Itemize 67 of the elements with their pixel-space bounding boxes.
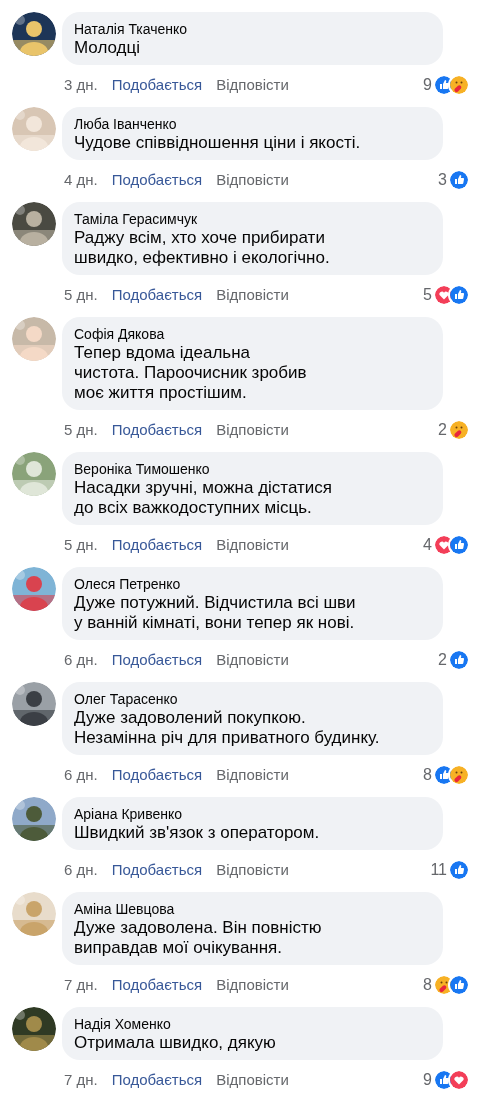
like-link[interactable]: Подобається bbox=[111, 765, 203, 785]
reply-link[interactable]: Відповісти bbox=[216, 285, 289, 305]
timestamp[interactable]: 5 дн. bbox=[64, 285, 98, 305]
commenter-name[interactable]: Аріана Кривенко bbox=[74, 805, 431, 823]
like-link[interactable]: Подобається bbox=[111, 535, 203, 555]
timestamp[interactable]: 7 дн. bbox=[64, 1070, 98, 1090]
reply-link[interactable]: Відповісти bbox=[216, 420, 289, 440]
comment-text: чистота. Пароочисник зробив bbox=[74, 363, 308, 383]
timestamp[interactable]: 6 дн. bbox=[64, 860, 98, 880]
comment-text: до всіх важкодоступних місць. bbox=[74, 498, 313, 518]
comment-text: Дуже задоволена. Він повністю bbox=[74, 918, 323, 938]
commenter-name[interactable]: Надія Хоменко bbox=[74, 1015, 431, 1033]
timestamp[interactable]: 4 дн. bbox=[64, 170, 98, 190]
timestamp[interactable]: 5 дн. bbox=[64, 420, 98, 440]
comment-text: Чудове співвідношення ціни і якості. bbox=[74, 133, 362, 153]
commenter-name[interactable]: Олег Тарасенко bbox=[74, 690, 431, 708]
comment-text: Молодці bbox=[74, 38, 142, 58]
comment-text: виправдав мої очікування. bbox=[74, 938, 284, 958]
comment-text: Раджу всім, хто хоче прибирати bbox=[74, 228, 326, 248]
comment-text: Дуже задоволений покупкою. bbox=[74, 708, 307, 728]
timestamp[interactable]: 5 дн. bbox=[64, 535, 98, 555]
like-link[interactable]: Подобається bbox=[111, 285, 203, 305]
comment-text: Отримала швидко, дякую bbox=[74, 1033, 277, 1053]
reply-link[interactable]: Відповісти bbox=[216, 535, 289, 555]
reaction-count[interactable]: 2 bbox=[438, 420, 447, 440]
like-link[interactable]: Подобається bbox=[111, 975, 203, 995]
reaction-count[interactable]: 8 bbox=[423, 975, 432, 995]
timestamp[interactable]: 6 дн. bbox=[64, 765, 98, 785]
reply-link[interactable]: Відповісти bbox=[216, 1070, 289, 1090]
reply-link[interactable]: Відповісти bbox=[216, 650, 289, 670]
reaction-count[interactable]: 2 bbox=[438, 650, 447, 670]
commenter-name[interactable]: Таміла Герасимчук bbox=[74, 210, 431, 228]
comment-text: моє життя простішим. bbox=[74, 383, 248, 403]
reaction-count[interactable]: 5 bbox=[423, 285, 432, 305]
like-link[interactable]: Подобається bbox=[111, 1070, 203, 1090]
reaction-count[interactable]: 8 bbox=[423, 765, 432, 785]
reaction-count[interactable]: 4 bbox=[423, 535, 432, 555]
comment-text: Незамінна річ для приватного будинку. bbox=[74, 728, 381, 748]
comment-text: Дуже потужний. Відчистила всі шви bbox=[74, 593, 357, 613]
reply-link[interactable]: Відповісти bbox=[216, 860, 289, 880]
commenter-name[interactable]: Софія Дякова bbox=[74, 325, 431, 343]
reaction-count[interactable]: 3 bbox=[438, 170, 447, 190]
timestamp[interactable]: 7 дн. bbox=[64, 975, 98, 995]
comment-text: Швидкий зв'язок з оператором. bbox=[74, 823, 321, 843]
comment-text: у ванній кімнаті, вони тепер як нові. bbox=[74, 613, 356, 633]
reaction-count[interactable]: 9 bbox=[423, 1070, 432, 1090]
reply-link[interactable]: Відповісти bbox=[216, 170, 289, 190]
like-link[interactable]: Подобається bbox=[111, 650, 203, 670]
reaction-count[interactable]: 9 bbox=[423, 75, 432, 95]
like-link[interactable]: Подобається bbox=[111, 420, 203, 440]
like-link[interactable]: Подобається bbox=[111, 860, 203, 880]
commenter-name[interactable]: Вероніка Тимошенко bbox=[74, 460, 431, 478]
comment-text: Насадки зручні, можна дістатися bbox=[74, 478, 334, 498]
like-link[interactable]: Подобається bbox=[111, 75, 203, 95]
commenter-name[interactable]: Олеся Петренко bbox=[74, 575, 431, 593]
commenter-name[interactable]: Люба Іванченко bbox=[74, 115, 431, 133]
reaction-count[interactable]: 11 bbox=[430, 860, 447, 880]
comment-text: швидко, ефективно і екологічно. bbox=[74, 248, 331, 268]
commenter-name[interactable]: Наталія Ткаченко bbox=[74, 20, 431, 38]
comment-text: Тепер вдома ідеальна bbox=[74, 343, 252, 363]
commenter-name[interactable]: Аміна Шевцова bbox=[74, 900, 431, 918]
timestamp[interactable]: 6 дн. bbox=[64, 650, 98, 670]
reply-link[interactable]: Відповісти bbox=[216, 975, 289, 995]
reply-link[interactable]: Відповісти bbox=[216, 75, 289, 95]
like-link[interactable]: Подобається bbox=[111, 170, 203, 190]
reply-link[interactable]: Відповісти bbox=[216, 765, 289, 785]
timestamp[interactable]: 3 дн. bbox=[64, 75, 98, 95]
